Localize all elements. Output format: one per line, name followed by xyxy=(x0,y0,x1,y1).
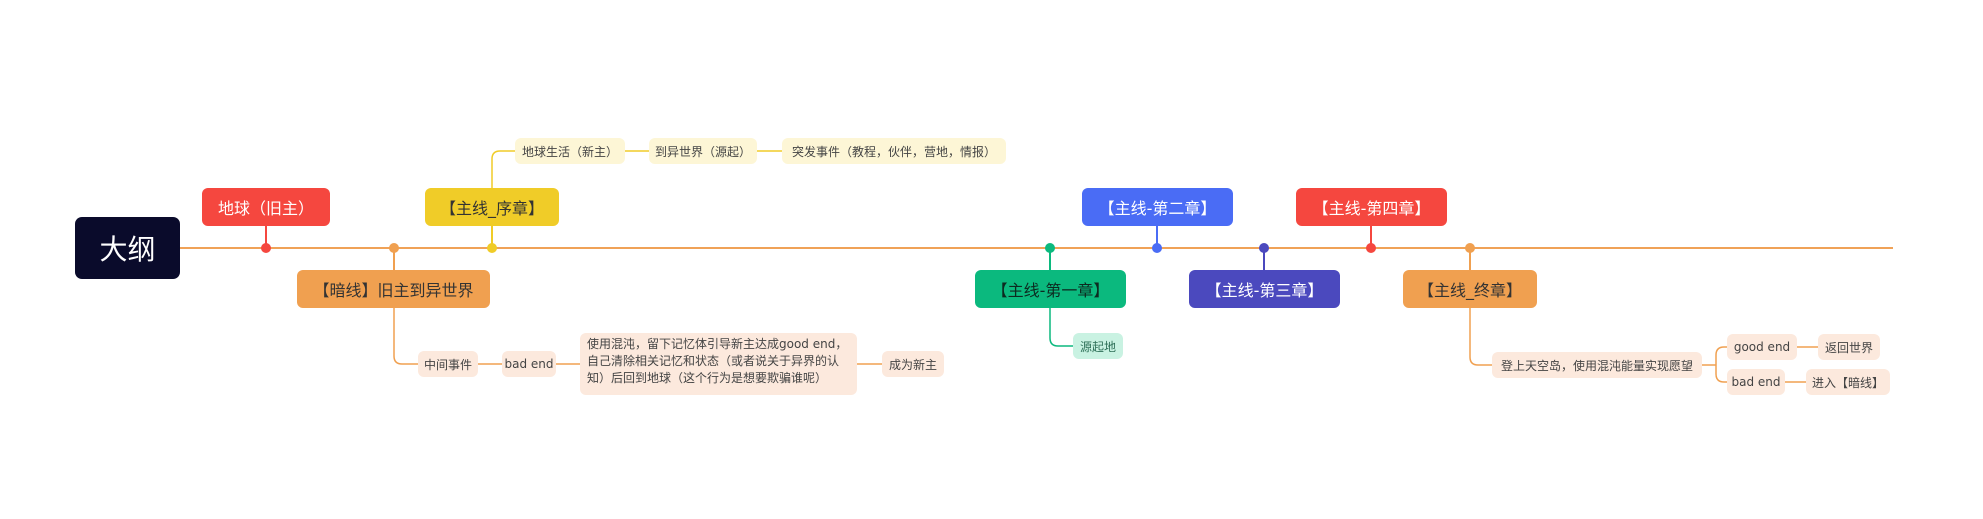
node-chapter-4[interactable]: 【主线-第四章】 xyxy=(1296,188,1447,226)
connector-lines xyxy=(180,150,1893,383)
node-final[interactable]: 【主线_终章】 xyxy=(1403,270,1537,308)
timeline-dot xyxy=(1045,243,1055,253)
node-chapter-1[interactable]: 【主线-第一章】 xyxy=(975,270,1126,308)
dark-bad-end[interactable]: bad end xyxy=(502,351,556,377)
dark-middle-event[interactable]: 中间事件 xyxy=(418,351,478,377)
chapter1-child[interactable]: 源起地 xyxy=(1073,333,1123,359)
node-chapter-2[interactable]: 【主线-第二章】 xyxy=(1082,188,1233,226)
node-dark-line[interactable]: 【暗线】旧主到异世界 xyxy=(297,270,490,308)
final-good-end[interactable]: good end xyxy=(1727,334,1797,360)
timeline-dot xyxy=(1366,243,1376,253)
final-bad-result[interactable]: 进入【暗线】 xyxy=(1806,369,1890,395)
prologue-child[interactable]: 突发事件（教程，伙伴，营地，情报） xyxy=(782,138,1006,164)
timeline-dot xyxy=(1152,243,1162,253)
timeline-dot xyxy=(487,243,497,253)
prologue-child[interactable]: 到异世界（源起） xyxy=(649,138,757,164)
timeline-dot xyxy=(1259,243,1269,253)
prologue-child[interactable]: 地球生活（新主） xyxy=(515,138,625,164)
node-chapter-3[interactable]: 【主线-第三章】 xyxy=(1189,270,1340,308)
timeline-dot xyxy=(389,243,399,253)
timeline-dot xyxy=(1465,243,1475,253)
root-node[interactable]: 大纲 xyxy=(75,217,180,279)
node-prologue[interactable]: 【主线_序章】 xyxy=(425,188,559,226)
final-main-event[interactable]: 登上天空岛，使用混沌能量实现愿望 xyxy=(1492,352,1702,378)
dark-description[interactable]: 使用混沌，留下记忆体引导新主达成good end，自己清除相关记忆和状态（或者说… xyxy=(580,333,857,395)
timeline-dot xyxy=(261,243,271,253)
final-good-result[interactable]: 返回世界 xyxy=(1818,334,1880,360)
final-bad-end[interactable]: bad end xyxy=(1727,369,1785,395)
dark-result[interactable]: 成为新主 xyxy=(882,351,944,377)
node-earth-old[interactable]: 地球（旧主） xyxy=(202,188,330,226)
